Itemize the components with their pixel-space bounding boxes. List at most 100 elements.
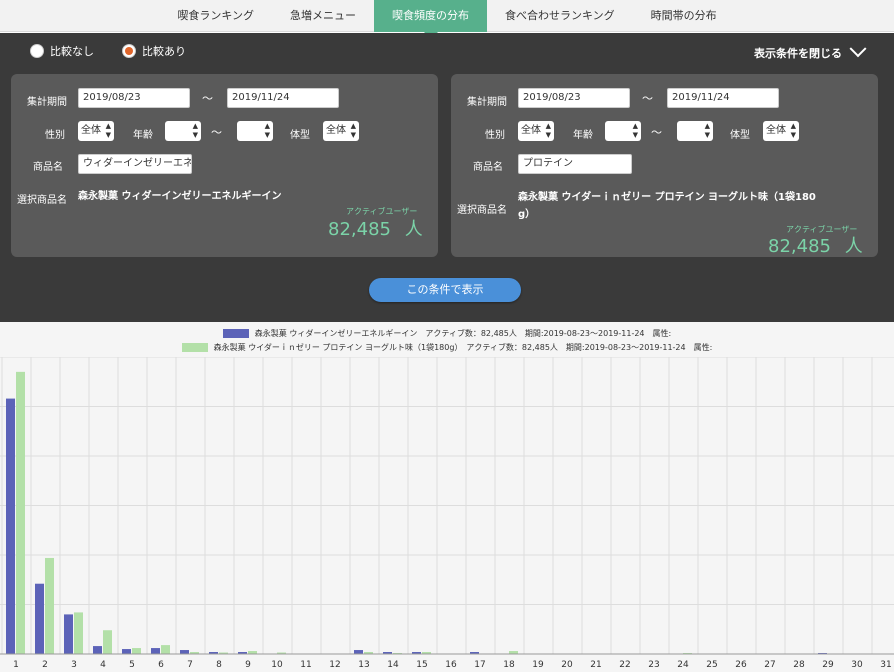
age-from-select[interactable]: ▲ ▼ — [605, 121, 641, 141]
age-label: 年齢 — [133, 130, 153, 141]
date-to-input[interactable]: 2019/11/24 — [667, 88, 779, 108]
x-tick-label: 24 — [677, 660, 689, 670]
gender-select-value: 全体 — [81, 125, 101, 136]
x-tick-label: 6 — [158, 660, 164, 670]
bar-series-1 — [180, 650, 189, 654]
select-arrows-icon: ▲ ▼ — [105, 122, 111, 139]
tab-pairing-ranking[interactable]: 食べ合わせランキング — [487, 0, 633, 32]
x-tick-label: 23 — [648, 660, 659, 670]
tab-eating-ranking[interactable]: 喫食ランキング — [159, 0, 272, 32]
x-tick-label: 1 — [13, 660, 19, 670]
x-tick-label: 26 — [735, 660, 747, 670]
period-label: 集計期間 — [467, 97, 507, 108]
selected-product-name: 森永製菓 ウイダーｉｎゼリー プロテイン ヨーグルト味（1袋180 g） — [518, 189, 838, 223]
legend-item-2: 森永製菓 ウイダーｉｎゼリー プロテイン ヨーグルト味（1袋180g） アクティ… — [0, 342, 894, 353]
tab-time-distribution[interactable]: 時間帯の分布 — [633, 0, 735, 32]
select-arrows-icon: ▲ ▼ — [545, 122, 551, 139]
x-tick-label: 30 — [851, 660, 863, 670]
condition-panel: 比較なし 比較あり 表示条件を閉じる 集計期間 2019/08/23 〜 201… — [0, 33, 894, 322]
x-tick-label: 3 — [71, 660, 77, 670]
bar-series-2 — [132, 648, 141, 654]
body-select[interactable]: 全体 ▲ ▼ — [763, 121, 799, 141]
x-tick-label: 5 — [129, 660, 135, 670]
gender-label: 性別 — [45, 130, 65, 141]
x-tick-label: 18 — [503, 660, 515, 670]
tab-rising-menu[interactable]: 急増メニュー — [272, 0, 374, 32]
close-conditions-label: 表示条件を閉じる — [754, 47, 842, 60]
age-to-select[interactable]: ▲ ▼ — [677, 121, 713, 141]
compare-radio-group: 比較なし 比較あり — [30, 43, 186, 59]
bar-series-2 — [161, 645, 170, 654]
x-tick-label: 8 — [216, 660, 222, 670]
gender-select-value: 全体 — [521, 125, 541, 136]
age-to-select[interactable]: ▲ ▼ — [237, 121, 273, 141]
date-to-input[interactable]: 2019/11/24 — [227, 88, 339, 108]
product-label: 商品名 — [473, 162, 503, 173]
legend-swatch-2 — [181, 343, 208, 352]
selected-product-label: 選択商品名 — [457, 205, 507, 216]
radio-with-compare[interactable]: 比較あり — [122, 43, 186, 59]
body-label: 体型 — [290, 130, 310, 141]
bar-series-1 — [354, 650, 363, 654]
date-from-input[interactable]: 2019/08/23 — [78, 88, 190, 108]
selected-product-label: 選択商品名 — [17, 195, 67, 206]
x-tick-label: 29 — [822, 660, 834, 670]
condition-box-left: 集計期間 2019/08/23 〜 2019/11/24 性別 全体 ▲ ▼ 年齢… — [11, 74, 438, 257]
x-tick-label: 9 — [245, 660, 251, 670]
x-tick-label: 28 — [793, 660, 805, 670]
age-tilde: 〜 — [211, 126, 222, 139]
gender-select[interactable]: 全体 ▲ ▼ — [78, 121, 114, 141]
radio-off-icon — [30, 44, 44, 58]
product-input[interactable]: プロテイン — [518, 154, 632, 174]
product-input[interactable]: ウィダーインゼリーエネル — [78, 154, 192, 174]
body-select-value: 全体 — [326, 125, 346, 136]
active-users-count: 82,485 — [768, 236, 831, 257]
period-label: 集計期間 — [27, 97, 67, 108]
bar-series-2 — [74, 612, 83, 654]
close-conditions-toggle[interactable]: 表示条件を閉じる — [754, 40, 867, 61]
x-tick-label: 2 — [42, 660, 48, 670]
legend-item-1: 森永製菓 ウィダーインゼリーエネルギーイン アクティブ数：82,485人 期間:… — [0, 328, 894, 339]
x-tick-label: 12 — [329, 660, 340, 670]
radio-no-compare[interactable]: 比較なし — [30, 43, 94, 59]
tab-frequency-distribution[interactable]: 喫食頻度の分布 — [374, 0, 487, 39]
x-tick-label: 7 — [187, 660, 193, 670]
gender-label: 性別 — [485, 130, 505, 141]
x-tick-label: 14 — [387, 660, 399, 670]
bar-series-2 — [45, 557, 54, 654]
age-label: 年齢 — [573, 130, 593, 141]
bar-series-2 — [103, 630, 112, 654]
condition-box-right: 集計期間 2019/08/23 〜 2019/11/24 性別 全体 ▲ ▼ 年齢… — [451, 74, 878, 257]
bar-chart: 1 2 3 4 5 6 7 8 9 10 11 12 13 14 15 16 17 18 19 20 21 22 23 24 2… — [0, 357, 894, 670]
x-tick-label: 10 — [271, 660, 283, 670]
bar-series-1 — [64, 614, 73, 654]
selected-product-name: 森永製菓 ウィダーインゼリーエネルギーイン — [78, 191, 282, 202]
x-tick-label: 22 — [619, 660, 630, 670]
x-tick-label: 4 — [100, 660, 106, 670]
body-select[interactable]: 全体 ▲ ▼ — [323, 121, 359, 141]
bar-series-1 — [6, 398, 15, 654]
bar-series-1 — [122, 649, 131, 654]
radio-with-compare-label: 比較あり — [142, 45, 186, 58]
gender-select[interactable]: 全体 ▲ ▼ — [518, 121, 554, 141]
selected-product-line-2: g） — [518, 209, 536, 220]
age-tilde: 〜 — [651, 126, 662, 139]
radio-no-compare-label: 比較なし — [50, 45, 94, 58]
x-tick-label: 16 — [445, 660, 457, 670]
bar-series-1 — [151, 648, 160, 654]
x-tick-label: 20 — [561, 660, 573, 670]
active-users-unit: 人 — [404, 219, 423, 240]
x-tick-label: 13 — [358, 660, 369, 670]
active-users-count: 82,485 — [328, 219, 391, 240]
date-from-input[interactable]: 2019/08/23 — [518, 88, 630, 108]
select-arrows-icon: ▲ ▼ — [192, 122, 198, 139]
x-tick-label: 21 — [590, 660, 601, 670]
period-tilde: 〜 — [202, 92, 213, 105]
radio-on-icon — [122, 44, 136, 58]
body-select-value: 全体 — [766, 125, 786, 136]
age-from-select[interactable]: ▲ ▼ — [165, 121, 201, 141]
bar-series-1 — [93, 646, 102, 654]
show-with-conditions-button[interactable]: この条件で表示 — [369, 278, 521, 302]
selected-product-line-1: 森永製菓 ウイダーｉｎゼリー プロテイン ヨーグルト味（1袋180 — [518, 192, 816, 203]
select-arrows-icon: ▲ ▼ — [632, 122, 638, 139]
